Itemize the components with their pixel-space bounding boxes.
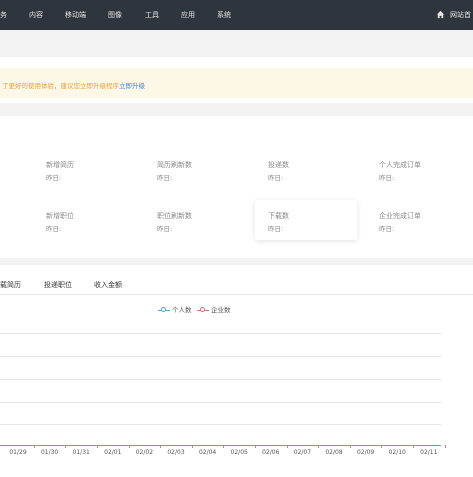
notice-text: 了更好的使用体验，建议您立即升级程序立即升级 (2, 82, 145, 90)
x-tick (381, 445, 383, 448)
nav-item-system[interactable]: 系统 (217, 10, 231, 20)
stat-yesterday: 昨日: (157, 174, 173, 182)
x-tick-label: 02/06 (262, 449, 280, 456)
x-tick (349, 445, 351, 448)
x-tick (65, 445, 67, 448)
x-tick-label: 02/10 (388, 449, 406, 456)
x-tick-label: 02/04 (198, 449, 217, 456)
chart-gridline (0, 356, 441, 357)
legend-personal[interactable]: 个人数 (158, 304, 192, 314)
x-tick-label: 01/29 (9, 449, 27, 456)
x-tick-label: 02/07 (293, 449, 312, 456)
stats-panel (0, 116, 473, 258)
x-tick-label: 02/05 (230, 449, 248, 456)
legend-company[interactable]: 企业数 (197, 304, 231, 314)
tab-download-resume[interactable]: 载简历 (0, 280, 21, 290)
tab-divider (0, 294, 473, 295)
nav-item-service[interactable]: 务 (0, 10, 7, 20)
stat-yesterday: 昨日: (268, 174, 284, 182)
chart-gridline (0, 424, 441, 425)
x-tick (191, 445, 193, 448)
upgrade-notice: 了更好的使用体验，建议您立即升级程序立即升级 (0, 68, 473, 98)
stat-yesterday: 昨日: (46, 174, 62, 182)
legend-company-label: 企业数 (211, 306, 231, 314)
stat-yesterday: 昨日: (157, 225, 173, 233)
nav-item-content[interactable]: 内容 (29, 10, 43, 20)
x-tick-label: 02/02 (135, 449, 154, 456)
x-tick (444, 445, 446, 448)
stat-title: 简历刷新数 (157, 161, 192, 169)
legend-personal-label: 个人数 (172, 306, 192, 314)
stat-title: 投递数 (268, 161, 289, 169)
stat-title: 个人完成订单 (379, 161, 421, 169)
x-tick-label: 02/01 (104, 449, 122, 456)
chart-gridline (0, 379, 441, 380)
x-tick-label: 01/31 (72, 449, 90, 456)
x-tick-label: 02/03 (167, 449, 185, 456)
legend-company-mark (197, 307, 209, 313)
stat-yesterday: 昨日: (268, 225, 284, 233)
home-icon[interactable] (436, 10, 445, 19)
x-tick (97, 445, 98, 448)
legend-personal-mark (158, 307, 170, 313)
x-tick (255, 445, 256, 448)
x-tick (413, 445, 414, 448)
x-tick-label: 02/08 (325, 449, 343, 456)
site-home-link[interactable]: 网站首 (450, 10, 471, 20)
nav-item-image[interactable]: 图像 (108, 10, 122, 20)
x-tick (160, 445, 162, 448)
x-tick (128, 445, 130, 448)
stat-title: 下载数 (268, 212, 289, 220)
x-tick (286, 445, 288, 448)
stat-title: 职位刷新数 (157, 212, 192, 220)
x-tick-label: 01/30 (40, 449, 59, 456)
x-tick (318, 445, 320, 448)
x-tick (223, 445, 225, 448)
stat-yesterday: 昨日: (379, 174, 395, 182)
top-navbar: 务 内容 移动端 图像 工具 应用 系统 网站首 (0, 0, 473, 30)
tab-income[interactable]: 收入金额 (94, 280, 122, 290)
nav-item-mobile[interactable]: 移动端 (65, 10, 86, 20)
tab-apply-jobs[interactable]: 投递职位 (44, 280, 72, 290)
nav-item-apps[interactable]: 应用 (181, 10, 195, 20)
stat-yesterday: 昨日: (379, 225, 395, 233)
x-tick-label: 02/11 (420, 449, 438, 456)
chart-gridline (0, 402, 441, 403)
stat-title: 新增简历 (46, 161, 74, 169)
upgrade-link[interactable]: 立即升级 (119, 82, 145, 90)
x-tick (33, 445, 35, 448)
x-tick-label: 02/09 (356, 449, 375, 456)
stat-yesterday: 昨日: (46, 225, 62, 233)
stat-title: 企业完成订单 (379, 212, 421, 220)
stat-title: 新增职位 (46, 212, 74, 220)
chart-gridline (0, 333, 441, 334)
nav-item-tools[interactable]: 工具 (145, 10, 159, 20)
